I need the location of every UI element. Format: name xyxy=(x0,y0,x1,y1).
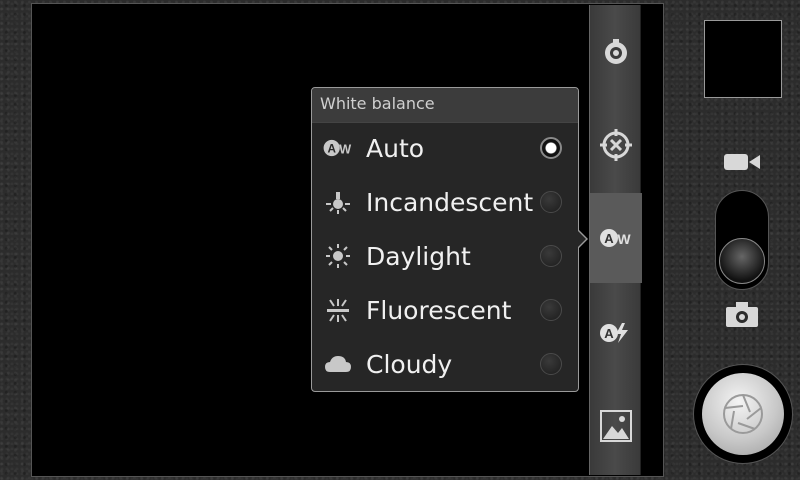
gallery-icon xyxy=(600,410,632,442)
option-fluorescent[interactable]: Fluorescent xyxy=(312,283,578,337)
radio-button[interactable] xyxy=(540,299,562,321)
svg-text:W: W xyxy=(617,231,631,247)
option-cloudy[interactable]: Cloudy xyxy=(312,337,578,391)
focus-mode-button[interactable] xyxy=(590,100,642,190)
auto-wb-icon: A W xyxy=(321,139,355,157)
gallery-button[interactable] xyxy=(590,381,642,471)
cloudy-icon xyxy=(321,354,355,374)
radio-button[interactable] xyxy=(540,353,562,375)
incandescent-icon xyxy=(321,189,355,215)
svg-text:W: W xyxy=(339,142,351,156)
shutter-button-ring xyxy=(694,365,792,463)
fluorescent-icon xyxy=(321,297,355,323)
option-label: Auto xyxy=(366,133,425,163)
mode-switch-knob[interactable] xyxy=(719,238,765,284)
auto-wb-icon: A W xyxy=(600,229,631,247)
auto-flash-icon: A xyxy=(600,323,628,343)
settings-button[interactable] xyxy=(590,7,642,97)
settings-dial-icon xyxy=(605,39,627,64)
radio-button-selected[interactable] xyxy=(540,137,562,159)
svg-text:A: A xyxy=(604,326,614,341)
camera-video-mode-switch[interactable] xyxy=(715,190,769,290)
popup-pointer xyxy=(577,229,588,249)
still-camera-icon xyxy=(724,300,760,332)
option-daylight[interactable]: Daylight xyxy=(312,229,578,283)
svg-text:A: A xyxy=(327,143,336,156)
radio-button[interactable] xyxy=(540,245,562,267)
white-balance-popup: White balance A W Auto Incandescent Dayl… xyxy=(311,87,579,392)
focus-target-icon xyxy=(600,129,632,161)
white-balance-button[interactable]: A W xyxy=(590,193,642,283)
svg-text:A: A xyxy=(604,231,614,246)
video-camera-icon xyxy=(722,150,762,178)
option-label: Fluorescent xyxy=(366,295,512,325)
daylight-icon xyxy=(321,243,355,269)
shutter-button[interactable] xyxy=(702,373,784,455)
aperture-icon xyxy=(723,394,763,434)
option-label: Incandescent xyxy=(366,187,534,217)
last-photo-thumbnail[interactable] xyxy=(704,20,782,98)
option-incandescent[interactable]: Incandescent xyxy=(312,175,578,229)
radio-button[interactable] xyxy=(540,191,562,213)
popup-title: White balance xyxy=(312,88,578,123)
option-label: Cloudy xyxy=(366,349,453,379)
option-label: Daylight xyxy=(366,241,471,271)
camera-settings-strip: A W A xyxy=(589,5,642,475)
option-auto[interactable]: A W Auto xyxy=(312,121,578,175)
flash-mode-button[interactable]: A xyxy=(590,288,642,378)
